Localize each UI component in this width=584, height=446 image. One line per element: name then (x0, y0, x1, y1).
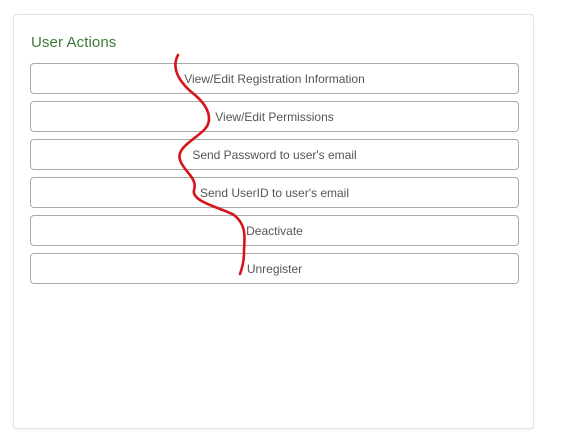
user-actions-panel: User Actions View/Edit Registration Info… (13, 14, 534, 429)
unregister-button[interactable]: Unregister (30, 253, 519, 284)
panel-title: User Actions (31, 34, 117, 51)
view-edit-registration-button[interactable]: View/Edit Registration Information (30, 63, 519, 94)
actions-list: View/Edit Registration Information View/… (30, 63, 519, 291)
send-password-button[interactable]: Send Password to user's email (30, 139, 519, 170)
send-userid-button[interactable]: Send UserID to user's email (30, 177, 519, 208)
deactivate-button[interactable]: Deactivate (30, 215, 519, 246)
view-edit-permissions-button[interactable]: View/Edit Permissions (30, 101, 519, 132)
